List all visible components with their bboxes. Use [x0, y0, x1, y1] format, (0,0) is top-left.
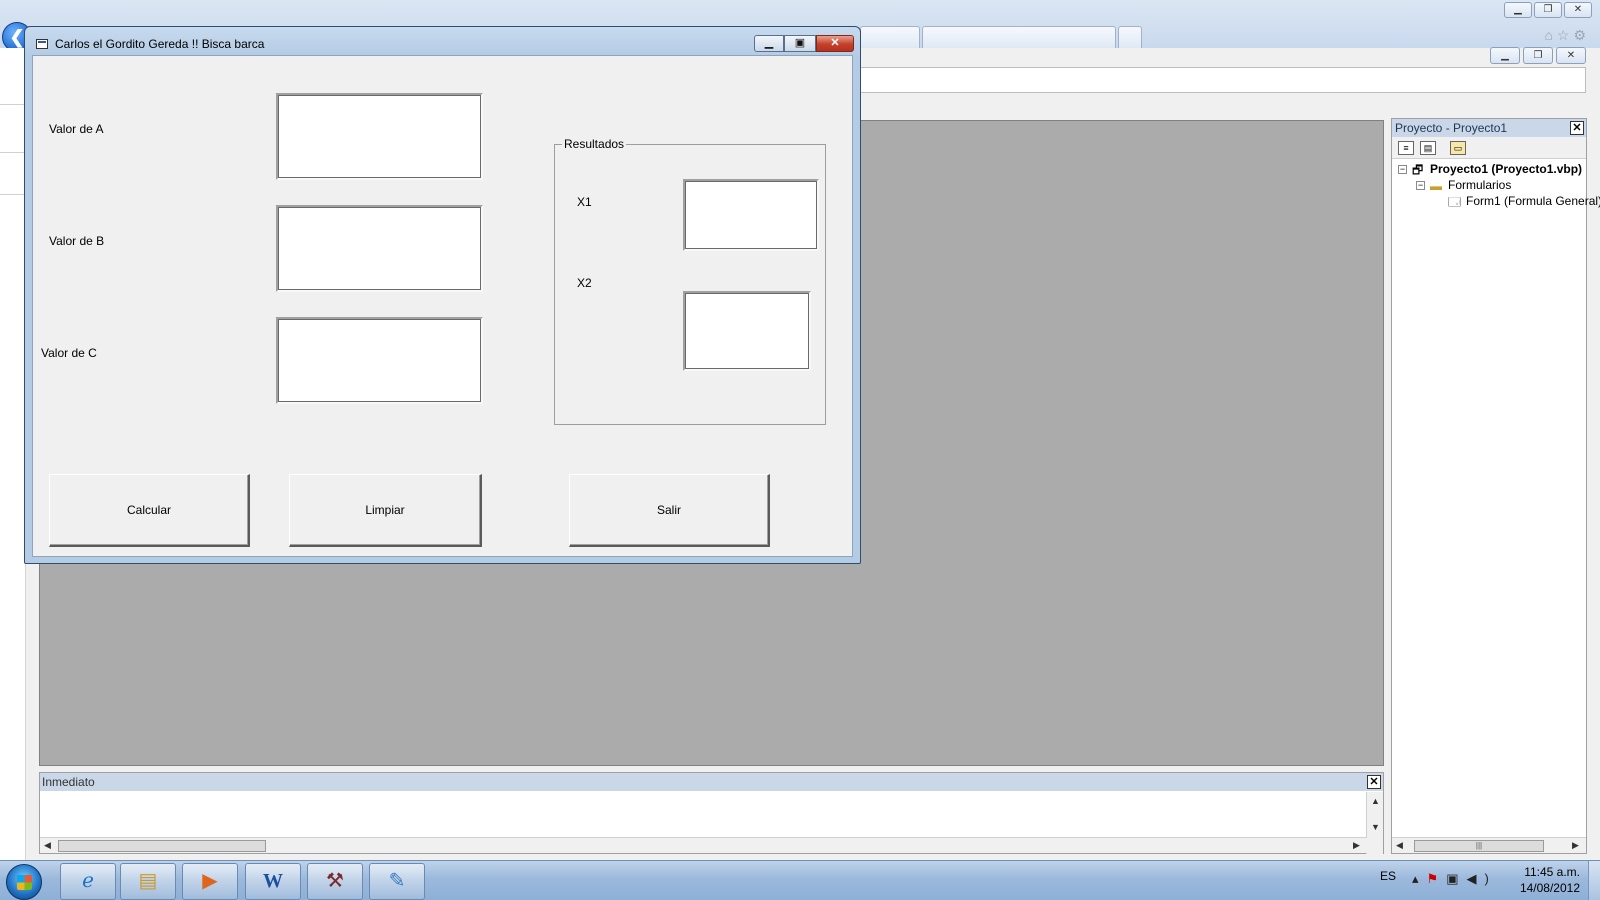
form-window-controls: ▁ ▣ ✕: [754, 35, 854, 52]
label-valor-a: Valor de A: [49, 122, 104, 136]
calcular-button[interactable]: Calcular: [49, 474, 250, 547]
tree-item-project-label: Proyecto1 (Proyecto1.vbp): [1430, 162, 1583, 176]
immediate-window: Inmediato ✕ ▲ ▼ ◀ ▶: [39, 772, 1384, 854]
scroll-up-icon[interactable]: ▲: [1371, 796, 1380, 806]
tree-item-form1[interactable]: 🗔 Form1 (Formula General): [1392, 193, 1600, 209]
project-explorer-toolbar: ≡ ▤ ▭: [1392, 137, 1586, 159]
collapse-icon[interactable]: −: [1416, 181, 1425, 190]
word-icon[interactable]: W: [245, 863, 301, 900]
form-maximize-button[interactable]: ▣: [784, 35, 816, 52]
media-player-icon[interactable]: ▶: [182, 863, 238, 900]
form-window-icon: [36, 39, 48, 49]
browser-left-edge: [0, 48, 26, 860]
salir-button[interactable]: Salir: [569, 474, 770, 547]
ide-toolbar: [858, 67, 1586, 93]
tree-item-project[interactable]: − 🗗 Proyecto1 (Proyecto1.vbp): [1392, 161, 1586, 177]
ide-close-button[interactable]: ✕: [1556, 47, 1586, 64]
clock[interactable]: 11:45 a.m. 14/08/2012: [1500, 864, 1580, 896]
volume-icon[interactable]: ◀): [1466, 871, 1496, 886]
form-icon: 🗔: [1448, 195, 1462, 209]
browser-window-controls: ▁ ❐ ✕: [1504, 2, 1592, 18]
internet-explorer-icon[interactable]: ℯ: [60, 863, 116, 900]
results-frame: Resultados X1 X2: [554, 137, 826, 425]
tree-item-form1-label: Form1 (Formula General): [1466, 194, 1600, 208]
project-icon: 🗗: [1412, 163, 1424, 177]
form-minimize-button[interactable]: ▁: [754, 35, 784, 52]
scroll-down-icon[interactable]: ▼: [1371, 822, 1380, 832]
label-valor-b: Valor de B: [49, 234, 105, 248]
immediate-window-title: Inmediato ✕: [40, 773, 1383, 791]
project-explorer-title: Proyecto - Proyecto1 ✕: [1392, 119, 1586, 137]
project-explorer-title-text: Proyecto - Proyecto1: [1395, 121, 1508, 135]
browser-tab[interactable]: [922, 26, 1116, 48]
form-window-title: Carlos el Gordito Gereda !! Bisca barca: [55, 37, 265, 51]
ide-minimize-button[interactable]: ▁: [1490, 47, 1520, 64]
paint-icon[interactable]: ✎: [369, 863, 425, 900]
show-desktop-button[interactable]: [1588, 861, 1600, 900]
toggle-folders-icon[interactable]: ▭: [1450, 140, 1466, 155]
immediate-vertical-scrollbar[interactable]: ▲ ▼: [1366, 792, 1383, 854]
visual-basic-icon[interactable]: ⚒: [307, 863, 363, 900]
label-x2: X2: [577, 276, 592, 290]
results-frame-caption: Resultados: [562, 137, 627, 151]
browser-restore-button[interactable]: ❐: [1534, 2, 1562, 18]
clock-date: 14/08/2012: [1519, 881, 1580, 895]
file-explorer-icon[interactable]: ▤: [120, 863, 176, 900]
project-explorer-scrollbar[interactable]: ◀ ||| ▶: [1392, 837, 1586, 853]
browser-tab[interactable]: [860, 26, 920, 48]
immediate-close-icon[interactable]: ✕: [1367, 775, 1381, 789]
output-x1[interactable]: [683, 179, 819, 251]
form-client-area: Valor de A Valor de B Valor de C Resulta…: [32, 55, 853, 557]
scroll-left-icon[interactable]: ◀: [1396, 840, 1403, 851]
tree-item-forms-label: Formularios: [1448, 178, 1512, 192]
start-button[interactable]: [6, 864, 42, 900]
action-center-icon[interactable]: ⚑: [1427, 871, 1447, 886]
ide-restore-button[interactable]: ❐: [1523, 47, 1553, 64]
scroll-right-icon[interactable]: ▶: [1572, 840, 1579, 851]
taskbar: ℯ ▤ ▶ W ⚒ ✎ ES ▴⚑▣◀) 11:45 a.m. 14/08/20…: [0, 860, 1600, 900]
folder-icon: ▬: [1430, 179, 1442, 193]
view-code-icon[interactable]: ≡: [1398, 140, 1414, 155]
browser-close-button[interactable]: ✕: [1564, 2, 1592, 18]
immediate-horizontal-scrollbar[interactable]: ◀ ▶: [40, 837, 1367, 853]
network-icon[interactable]: ▣: [1446, 871, 1466, 886]
browser-toolbar-icons: ⌂☆⚙: [1544, 27, 1590, 43]
scroll-right-icon[interactable]: ▶: [1353, 840, 1360, 851]
label-valor-c: Valor de C: [41, 346, 97, 360]
browser-minimize-button[interactable]: ▁: [1504, 2, 1532, 18]
immediate-window-title-text: Inmediato: [42, 775, 95, 789]
project-tree: − 🗗 Proyecto1 (Proyecto1.vbp) − ▬ Formul…: [1392, 159, 1600, 209]
output-x2[interactable]: [683, 291, 811, 371]
tree-item-forms-folder[interactable]: − ▬ Formularios: [1392, 177, 1586, 193]
ide-window-controls: ▁ ❐ ✕: [1490, 47, 1586, 64]
view-object-icon[interactable]: ▤: [1420, 140, 1436, 155]
collapse-icon[interactable]: −: [1398, 165, 1407, 174]
scrollbar-thumb[interactable]: [58, 840, 266, 852]
tray-icons: ▴⚑▣◀): [1412, 871, 1497, 887]
language-indicator[interactable]: ES: [1380, 869, 1396, 883]
limpiar-button[interactable]: Limpiar: [289, 474, 482, 547]
scroll-left-icon[interactable]: ◀: [44, 840, 51, 851]
form-close-button[interactable]: ✕: [816, 35, 854, 52]
label-x1: X1: [577, 195, 592, 209]
show-hidden-icons-icon[interactable]: ▴: [1412, 871, 1427, 886]
project-explorer-close-icon[interactable]: ✕: [1570, 121, 1584, 135]
form-window: Carlos el Gordito Gereda !! Bisca barca …: [24, 26, 861, 564]
input-valor-c[interactable]: [276, 317, 483, 404]
scrollbar-thumb[interactable]: |||: [1414, 840, 1544, 852]
clock-time: 11:45 a.m.: [1524, 865, 1580, 879]
input-valor-a[interactable]: [276, 93, 483, 180]
new-tab-button[interactable]: [1118, 26, 1142, 48]
project-explorer-panel: Proyecto - Proyecto1 ✕ ≡ ▤ ▭ − 🗗 Proyect…: [1391, 118, 1600, 854]
input-valor-b[interactable]: [276, 205, 483, 292]
